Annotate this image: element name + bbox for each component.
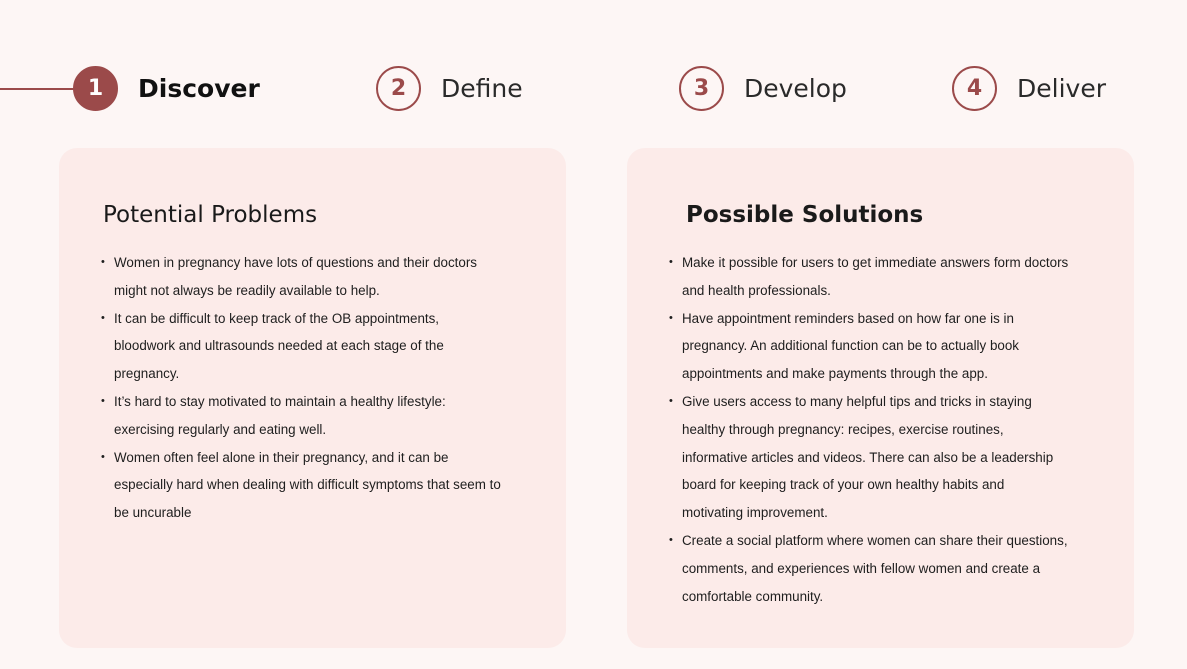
card-title: Possible Solutions <box>686 202 924 228</box>
list-item: Women in pregnancy have lots of question… <box>101 249 501 305</box>
progress-line <box>0 88 78 90</box>
list-item: Give users access to many helpful tips a… <box>669 388 1069 527</box>
step-develop[interactable]: 3 Develop <box>679 66 847 111</box>
step-number-badge: 4 <box>952 66 997 111</box>
list-item: Have appointment reminders based on how … <box>669 305 1069 388</box>
list-item: Women often feel alone in their pregnanc… <box>101 444 501 527</box>
step-label: Discover <box>138 74 260 103</box>
potential-problems-card: Potential Problems Women in pregnancy ha… <box>59 148 566 648</box>
step-number-badge: 1 <box>73 66 118 111</box>
list-item: Make it possible for users to get immedi… <box>669 249 1069 305</box>
list-item: It’s hard to stay motivated to maintain … <box>101 388 501 444</box>
list-item: It can be difficult to keep track of the… <box>101 305 501 388</box>
step-deliver[interactable]: 4 Deliver <box>952 66 1106 111</box>
step-discover[interactable]: 1 Discover <box>73 66 260 111</box>
card-title: Potential Problems <box>103 202 318 228</box>
solutions-list: Make it possible for users to get immedi… <box>669 249 1069 610</box>
step-label: Deliver <box>1017 74 1106 103</box>
step-label: Define <box>441 74 523 103</box>
possible-solutions-card: Possible Solutions Make it possible for … <box>627 148 1134 648</box>
list-item: Create a social platform where women can… <box>669 527 1069 610</box>
step-number-badge: 3 <box>679 66 724 111</box>
problems-list: Women in pregnancy have lots of question… <box>101 249 501 527</box>
step-number-badge: 2 <box>376 66 421 111</box>
step-define[interactable]: 2 Define <box>376 66 523 111</box>
step-label: Develop <box>744 74 847 103</box>
